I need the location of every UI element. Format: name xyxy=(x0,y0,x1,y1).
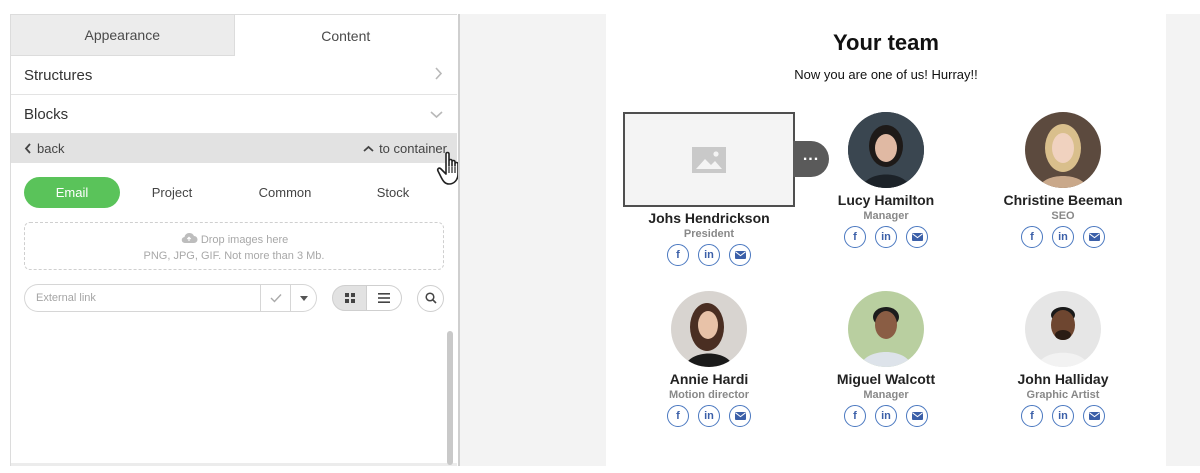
view-toggle xyxy=(332,285,402,311)
member-name[interactable]: Miguel Walcott xyxy=(796,371,976,387)
structures-label: Structures xyxy=(24,66,93,84)
chevron-down-icon xyxy=(430,106,443,123)
email-icon[interactable] xyxy=(1083,405,1105,427)
member-name[interactable]: John Halliday xyxy=(973,371,1153,387)
tab-content[interactable]: Content xyxy=(234,15,457,56)
social-links: f in xyxy=(973,226,1153,248)
facebook-icon[interactable]: f xyxy=(667,244,689,266)
tab-appearance[interactable]: Appearance xyxy=(11,15,235,56)
to-container-link[interactable]: to container xyxy=(363,141,447,156)
image-dropzone[interactable]: Drop images here PNG, JPG, GIF. Not more… xyxy=(24,222,444,270)
search-icon xyxy=(424,292,437,304)
checkmark-icon xyxy=(270,294,282,303)
email-icon[interactable] xyxy=(1083,226,1105,248)
selected-image-block[interactable] xyxy=(623,112,795,207)
facebook-icon[interactable]: f xyxy=(844,226,866,248)
image-placeholder-icon xyxy=(692,146,726,173)
external-link-input[interactable] xyxy=(24,284,260,312)
avatar[interactable] xyxy=(1025,112,1101,188)
search-button[interactable] xyxy=(417,284,444,312)
facebook-icon[interactable]: f xyxy=(844,405,866,427)
cloud-upload-icon xyxy=(181,232,198,244)
member-name[interactable]: Annie Hardi xyxy=(619,371,799,387)
email-icon[interactable] xyxy=(729,405,751,427)
image-source-tabs: Email Project Common Stock xyxy=(11,163,457,222)
back-link[interactable]: back xyxy=(24,141,64,156)
email-icon[interactable] xyxy=(906,405,928,427)
team-member-card: Annie Hardi Motion director f in xyxy=(619,291,799,427)
avatar[interactable] xyxy=(671,291,747,367)
member-role[interactable]: Manager xyxy=(796,210,976,222)
facebook-icon[interactable]: f xyxy=(1021,226,1043,248)
list-view-button[interactable] xyxy=(367,285,402,311)
chevron-up-icon xyxy=(363,145,374,152)
dropzone-line1: Drop images here xyxy=(200,234,289,246)
linkedin-icon[interactable]: in xyxy=(875,405,897,427)
social-links: f in xyxy=(619,244,799,266)
blocks-label: Blocks xyxy=(24,105,69,123)
back-label: back xyxy=(37,141,65,156)
team-member-card: Christine Beeman SEO f in xyxy=(973,112,1153,248)
team-subtitle[interactable]: Now you are one of us! Hurray!! xyxy=(606,67,1166,82)
social-links: f in xyxy=(796,226,976,248)
team-member-card: John Halliday Graphic Artist f in xyxy=(973,291,1153,427)
member-name[interactable]: Christine Beeman xyxy=(973,192,1153,208)
member-name[interactable]: Johs Hendrickson xyxy=(619,210,799,226)
dropzone-line2: PNG, JPG, GIF. Not more than 3 Mb. xyxy=(143,250,325,262)
block-nav-bar: back to container xyxy=(11,134,457,163)
member-role[interactable]: Manager xyxy=(796,389,976,401)
member-role[interactable]: President xyxy=(619,228,799,240)
avatar[interactable] xyxy=(848,291,924,367)
email-icon[interactable] xyxy=(906,226,928,248)
member-name[interactable]: Lucy Hamilton xyxy=(796,192,976,208)
linkedin-icon[interactable]: in xyxy=(698,244,720,266)
team-title[interactable]: Your team xyxy=(606,30,1166,56)
social-links: f in xyxy=(973,405,1153,427)
email-icon[interactable] xyxy=(729,244,751,266)
linkedin-icon[interactable]: in xyxy=(698,405,720,427)
dropzone-title: Drop images here xyxy=(25,232,443,248)
grid-view-button[interactable] xyxy=(332,285,367,311)
linkedin-icon[interactable]: in xyxy=(1052,405,1074,427)
chevron-right-icon xyxy=(434,66,443,84)
member-role[interactable]: Graphic Artist xyxy=(973,389,1153,401)
facebook-icon[interactable]: f xyxy=(667,405,689,427)
social-links: f in xyxy=(619,405,799,427)
social-links: f in xyxy=(796,405,976,427)
team-member-card: Lucy Hamilton Manager f in xyxy=(796,112,976,248)
team-member-card: Miguel Walcott Manager f in xyxy=(796,291,976,427)
team-member-card: Johs Hendrickson President f in xyxy=(619,206,799,266)
editor-tabs: Appearance Content xyxy=(11,15,457,56)
external-link-row xyxy=(24,284,444,312)
subtab-project[interactable]: Project xyxy=(120,177,224,208)
facebook-icon[interactable]: f xyxy=(1021,405,1043,427)
caret-down-icon xyxy=(299,295,308,301)
link-dropdown-button[interactable] xyxy=(291,284,317,312)
editor-panel: Appearance Content Structures Blocks bac… xyxy=(10,14,457,466)
linkedin-icon[interactable]: in xyxy=(1052,226,1074,248)
panel-scrollbar[interactable] xyxy=(447,331,453,465)
grid-icon xyxy=(344,293,355,303)
blocks-section[interactable]: Blocks xyxy=(11,95,457,134)
subtab-email[interactable]: Email xyxy=(24,177,120,208)
structures-section[interactable]: Structures xyxy=(11,56,457,95)
member-role[interactable]: Motion director xyxy=(619,389,799,401)
chevron-left-icon xyxy=(24,143,31,154)
confirm-link-button[interactable] xyxy=(260,284,291,312)
linkedin-icon[interactable]: in xyxy=(875,226,897,248)
image-content-area: Email Project Common Stock Drop images h… xyxy=(11,163,457,463)
subtab-stock[interactable]: Stock xyxy=(346,177,440,208)
avatar[interactable] xyxy=(848,112,924,188)
avatar[interactable] xyxy=(1025,291,1101,367)
member-role[interactable]: SEO xyxy=(973,210,1153,222)
list-icon xyxy=(378,293,390,303)
subtab-common[interactable]: Common xyxy=(224,177,346,208)
